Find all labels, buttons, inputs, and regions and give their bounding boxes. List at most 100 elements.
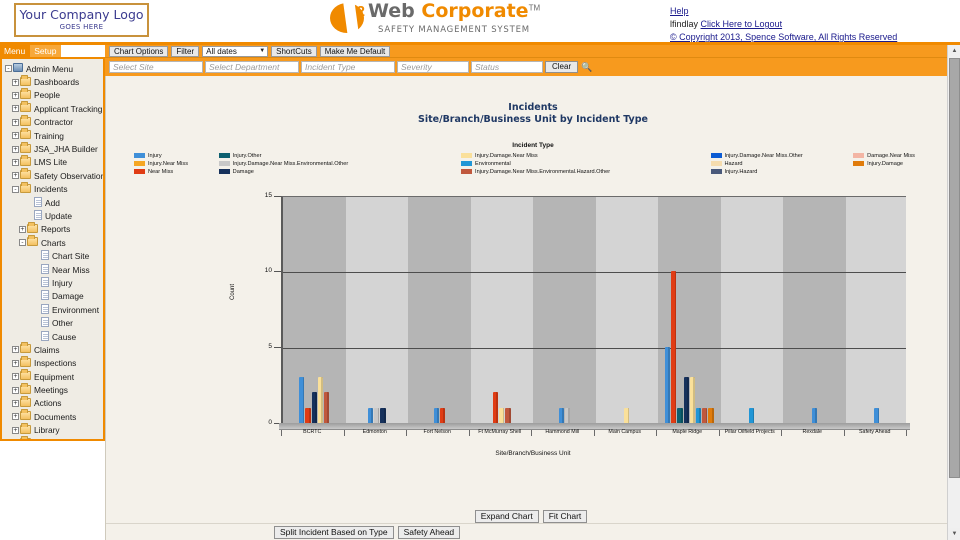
sidebar-item-inspections[interactable]: + Inspections [4, 355, 101, 370]
site-filter-input[interactable]: Select Site [109, 61, 203, 73]
filter-button[interactable]: Filter [171, 45, 200, 57]
logout-link[interactable]: Click Here to Logout [701, 19, 783, 29]
sidebar-item-meetings[interactable]: + Meetings [4, 382, 101, 396]
status-filter-input[interactable]: Status [471, 61, 543, 73]
sidebar-item-reports[interactable]: + Reports [4, 221, 101, 236]
collapse-icon[interactable]: - [4, 64, 13, 73]
tab-setup[interactable]: Setup [30, 45, 62, 57]
sidebar-item-training[interactable]: + Training [4, 128, 101, 142]
safety-ahead-button[interactable]: Safety Ahead [397, 525, 461, 539]
sidebar-item-chart-site[interactable]: Chart Site [4, 249, 101, 262]
make-me-default-button[interactable]: Make Me Default [319, 45, 391, 57]
expand-chart-button[interactable]: Expand Chart [474, 509, 539, 523]
sidebar-item-jsa-jha-builder[interactable]: + JSA_JHA Builder [4, 141, 101, 155]
sidebar-item-dashboards[interactable]: + Dashboards [4, 74, 101, 88]
bar[interactable] [305, 407, 311, 423]
bar[interactable] [708, 407, 714, 423]
expand-icon[interactable]: + [11, 359, 20, 368]
shortcuts-button[interactable]: ShortCuts [271, 45, 317, 57]
sidebar-item-injury[interactable]: Injury [4, 276, 101, 289]
sidebar-item-charts[interactable]: - Charts [4, 235, 101, 249]
bar[interactable] [624, 407, 630, 423]
expand-icon[interactable]: + [11, 158, 20, 167]
legend-item[interactable]: Injury.Hazard [710, 168, 854, 176]
scroll-up-icon[interactable]: ▲ [948, 45, 960, 57]
bar[interactable] [564, 407, 571, 423]
search-icon[interactable]: 🔍 [581, 62, 592, 73]
bar[interactable] [433, 407, 439, 423]
bar[interactable] [505, 407, 511, 423]
sidebar-item-people[interactable]: + People [4, 87, 101, 102]
legend-item[interactable]: Injury.Damage.Near Miss.Environmental.Ha… [461, 168, 711, 176]
incident-type-filter-input[interactable]: Incident Type [301, 61, 395, 73]
bar[interactable] [367, 407, 374, 423]
legend-item[interactable]: Damage.Near Miss [853, 152, 960, 160]
bar[interactable] [683, 377, 689, 424]
bar[interactable] [811, 407, 818, 423]
bar[interactable] [702, 407, 708, 423]
bar[interactable] [874, 407, 880, 423]
sidebar-item-add[interactable]: Add [4, 196, 101, 209]
expand-icon[interactable]: + [11, 386, 20, 395]
legend-item[interactable]: Injury.Damage [853, 160, 960, 168]
expand-icon[interactable]: + [11, 118, 20, 127]
expand-icon[interactable]: + [18, 225, 27, 234]
bar[interactable] [374, 407, 380, 423]
bar[interactable] [749, 407, 755, 423]
expand-icon[interactable]: + [11, 104, 20, 113]
sidebar-item-safety-observation[interactable]: + Safety Observation [4, 168, 103, 182]
sidebar-item-statistics[interactable]: + Statistics [4, 436, 101, 441]
severity-filter-input[interactable]: Severity [397, 61, 469, 73]
chart-options-button[interactable]: Chart Options [109, 45, 169, 57]
expand-icon[interactable]: + [11, 145, 20, 154]
sidebar-item-other[interactable]: Other [4, 316, 101, 329]
bar[interactable] [677, 407, 683, 423]
sidebar-item-damage[interactable]: Damage [4, 290, 101, 303]
date-range-select[interactable]: All dates ▼ [202, 45, 269, 57]
help-link[interactable]: Help [670, 6, 689, 16]
sidebar-item-admin-menu[interactable]: - Admin Menu [4, 62, 101, 75]
bar[interactable] [299, 377, 305, 424]
legend-item[interactable]: Hazard [710, 160, 854, 168]
expand-icon[interactable]: + [11, 439, 20, 441]
bar[interactable] [317, 377, 324, 424]
expand-icon[interactable]: + [11, 399, 20, 408]
bar[interactable] [499, 407, 505, 423]
bar[interactable] [439, 407, 446, 423]
sidebar-item-near-miss[interactable]: Near Miss [4, 263, 101, 276]
department-filter-input[interactable]: Select Department [205, 61, 299, 73]
expand-icon[interactable]: + [11, 426, 20, 435]
sidebar-item-applicant-tracking[interactable]: + Applicant Tracking [4, 101, 102, 115]
sidebar-item-cause[interactable]: Cause [4, 330, 101, 343]
expand-icon[interactable]: + [11, 372, 20, 381]
scroll-down-icon[interactable]: ▼ [948, 528, 960, 540]
bar[interactable] [492, 392, 499, 423]
collapse-icon[interactable]: - [11, 185, 20, 194]
split-incident-button[interactable]: Split Incident Based on Type [274, 525, 394, 539]
tab-menu[interactable]: Menu [0, 45, 31, 57]
sidebar-item-library[interactable]: + Library [4, 422, 101, 437]
legend-item[interactable]: Injury.Damage.Near Miss [461, 152, 711, 160]
bar[interactable] [664, 347, 671, 423]
legend-item[interactable]: Near Miss [134, 168, 219, 176]
page-scrollbar-thumb[interactable] [949, 58, 960, 478]
legend-item[interactable]: Injury.Damage.Near Miss.Environmental.Ot… [218, 160, 461, 168]
expand-icon[interactable]: + [11, 345, 20, 354]
expand-icon[interactable]: + [11, 412, 20, 421]
sidebar-item-update[interactable]: Update [4, 209, 101, 222]
bar[interactable] [380, 407, 386, 423]
bar[interactable] [558, 407, 564, 423]
sidebar-item-actions[interactable]: + Actions [4, 395, 101, 410]
sidebar-item-environment[interactable]: Environment [4, 303, 101, 316]
legend-item[interactable]: Damage [218, 168, 461, 176]
sidebar-item-claims[interactable]: + Claims [4, 342, 101, 356]
sidebar-item-lms-lite[interactable]: + LMS Lite [4, 154, 101, 169]
sidebar-item-equipment[interactable]: + Equipment [4, 369, 101, 383]
bar[interactable] [689, 377, 696, 424]
page-scrollbar[interactable]: ▲ ▼ [947, 45, 960, 540]
legend-item[interactable]: Injury.Damage.Near Miss.Other [710, 152, 854, 160]
bar[interactable] [311, 392, 318, 423]
sidebar-item-incidents[interactable]: - Incidents [4, 181, 101, 196]
fit-chart-button[interactable]: Fit Chart [542, 509, 588, 523]
expand-icon[interactable]: + [11, 171, 20, 180]
